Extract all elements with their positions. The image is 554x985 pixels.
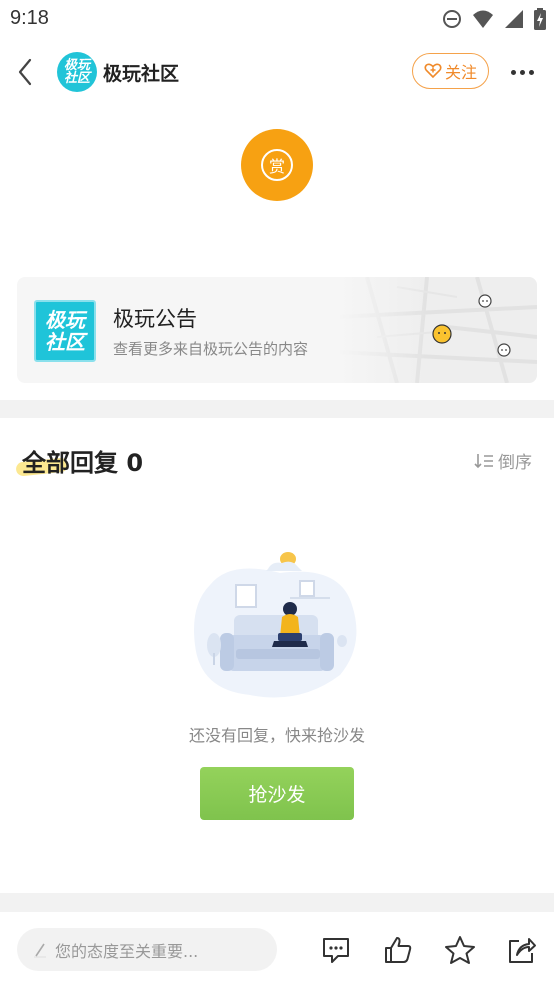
like-icon[interactable]	[382, 934, 414, 966]
status-icons	[442, 8, 546, 34]
more-icon[interactable]	[506, 60, 538, 84]
pencil-icon	[34, 943, 46, 957]
bottom-divider	[0, 893, 554, 912]
card-logo-line1: 极玩	[45, 308, 85, 332]
section-divider	[0, 400, 554, 418]
follow-button[interactable]: 关注	[412, 53, 489, 89]
comment-placeholder: 您的态度至关重要...	[55, 941, 199, 961]
avatar-logo-line2: 社区	[63, 71, 90, 86]
community-avatar[interactable]: 极玩 社区	[57, 52, 97, 92]
card-logo-line2: 社区	[45, 330, 85, 354]
wifi-icon	[472, 9, 494, 33]
comment-icon[interactable]	[320, 934, 352, 966]
share-icon[interactable]	[506, 934, 538, 966]
sort-icon	[474, 453, 493, 468]
replies-title: 全部回复 0	[22, 449, 144, 477]
card-subtitle: 查看更多来自极玩公告的内容	[113, 340, 309, 358]
back-icon	[18, 58, 32, 86]
status-bar: 9:18	[0, 0, 554, 38]
heart-plus-icon	[424, 63, 442, 79]
community-card[interactable]: 极玩 社区 极玩公告 查看更多来自极玩公告的内容	[17, 277, 537, 383]
reward-button[interactable]: 赏	[241, 129, 313, 201]
status-time: 9:18	[10, 7, 49, 29]
bottom-action-bar: 您的态度至关重要...	[0, 912, 554, 985]
top-nav-bar: 极玩 社区 极玩社区 关注	[0, 42, 554, 102]
comment-input[interactable]: 您的态度至关重要...	[17, 928, 277, 971]
battery-icon	[534, 8, 546, 34]
community-logo: 极玩 社区	[34, 300, 96, 362]
signal-icon	[504, 9, 524, 33]
dnd-icon	[442, 9, 462, 33]
back-button[interactable]	[10, 54, 40, 90]
star-icon[interactable]	[444, 934, 476, 966]
grab-sofa-button[interactable]: 抢沙发	[200, 767, 354, 820]
sort-button[interactable]: 倒序	[474, 448, 532, 473]
reward-label: 赏	[268, 157, 285, 176]
card-title: 极玩公告	[113, 307, 197, 331]
empty-state-text: 还没有回复，快来抢沙发	[188, 726, 365, 745]
map-decoration	[337, 277, 537, 383]
reward-icon: 赏	[261, 149, 293, 181]
grab-sofa-label: 抢沙发	[248, 784, 306, 806]
community-name[interactable]: 极玩社区	[103, 59, 179, 86]
sort-label: 倒序	[498, 453, 532, 473]
empty-state-illustration	[194, 552, 357, 698]
follow-label: 关注	[444, 63, 477, 82]
